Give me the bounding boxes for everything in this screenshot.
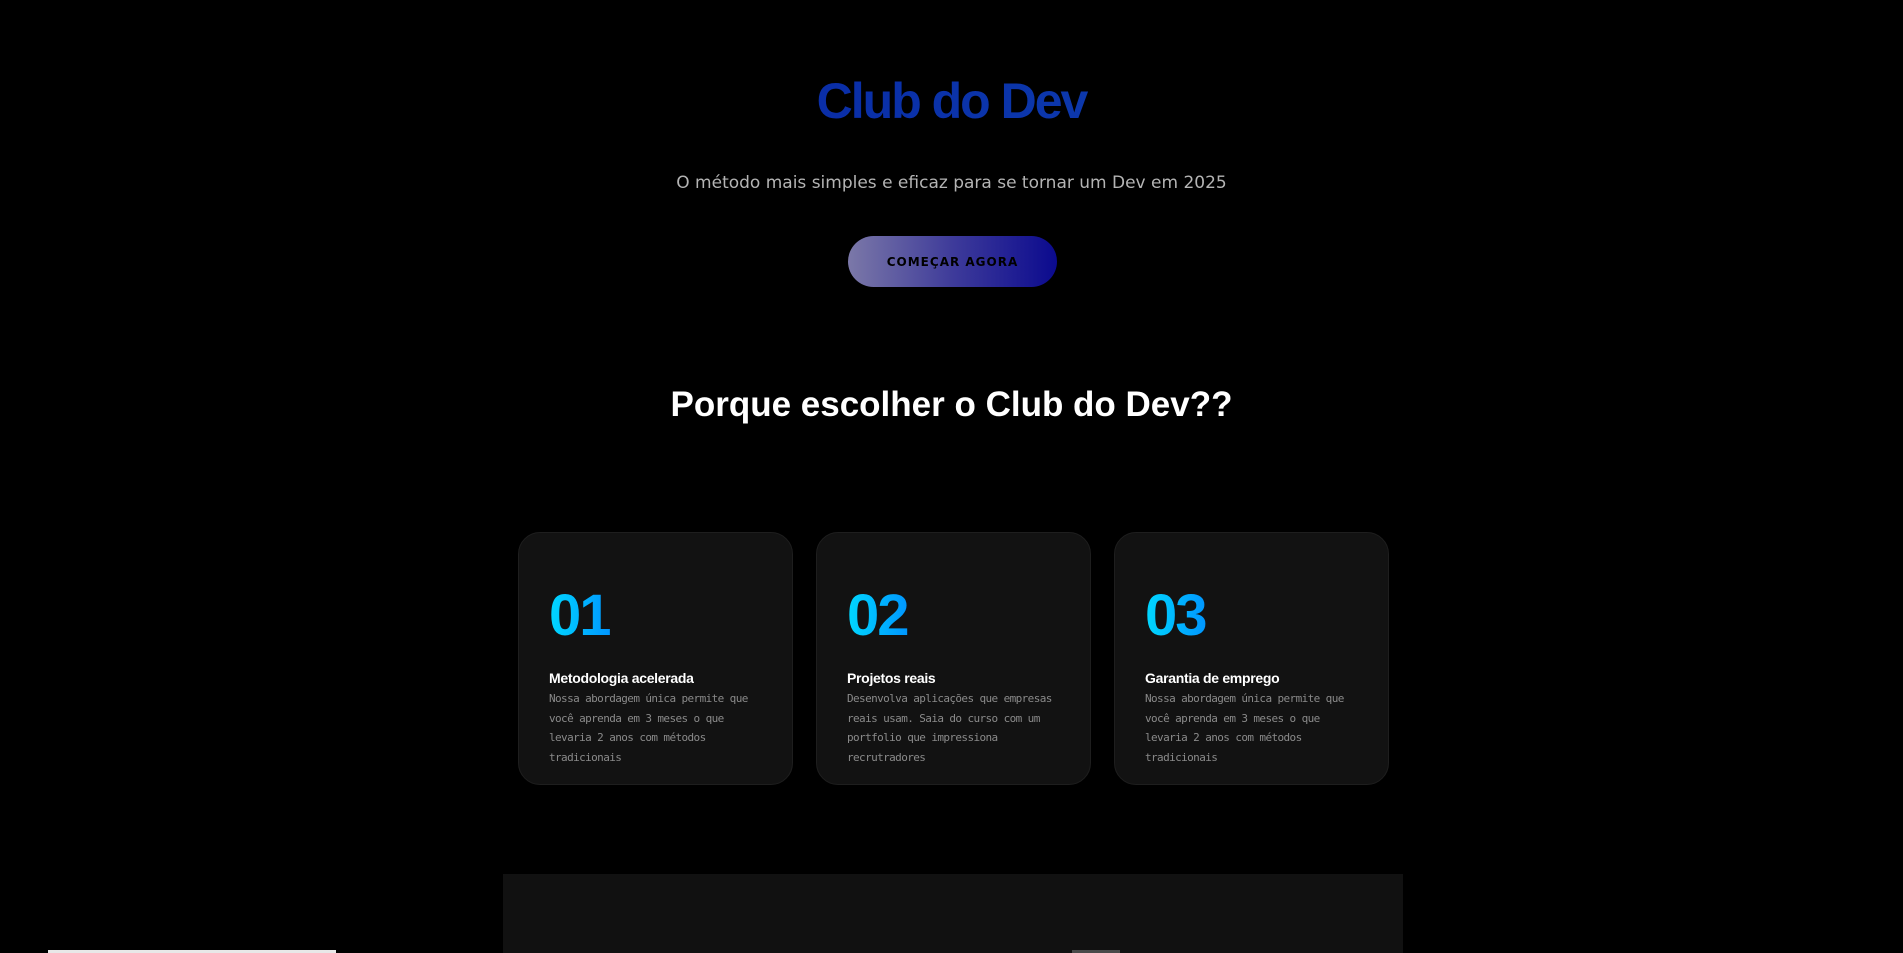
start-now-button[interactable]: COMEÇAR AGORA [848, 236, 1057, 287]
landing-page: Club do Dev O método mais simples e efic… [0, 0, 1903, 953]
hero-title: Club do Dev [0, 70, 1903, 132]
feature-card-text: Desenvolva aplicações que empresas reais… [847, 692, 1052, 764]
feature-card-number: 02 [847, 583, 909, 648]
feature-card-title: Metodologia acelerada [549, 670, 694, 686]
features-heading: Porque escolher o Club do Dev?? [670, 385, 1233, 424]
feature-card-number: 01 [549, 583, 611, 648]
hero-subtitle: O método mais simples e eficaz para se t… [676, 173, 1227, 193]
feature-card-2: 02 Projetos reais Desenvolva aplicações … [816, 532, 1091, 785]
feature-card-3: 03 Garantia de emprego Nossa abordagem ú… [1114, 532, 1389, 785]
feature-card-text: Nossa abordagem única permite que você a… [549, 692, 748, 764]
feature-card-number: 03 [1145, 583, 1207, 648]
next-section-panel [503, 874, 1403, 953]
feature-card-title: Garantia de emprego [1145, 670, 1280, 686]
feature-card-text: Nossa abordagem única permite que você a… [1145, 692, 1344, 764]
feature-cards: 01 Metodologia acelerada Nossa abordagem… [518, 532, 1389, 785]
feature-card-1: 01 Metodologia acelerada Nossa abordagem… [518, 532, 793, 785]
feature-card-title: Projetos reais [847, 670, 936, 686]
